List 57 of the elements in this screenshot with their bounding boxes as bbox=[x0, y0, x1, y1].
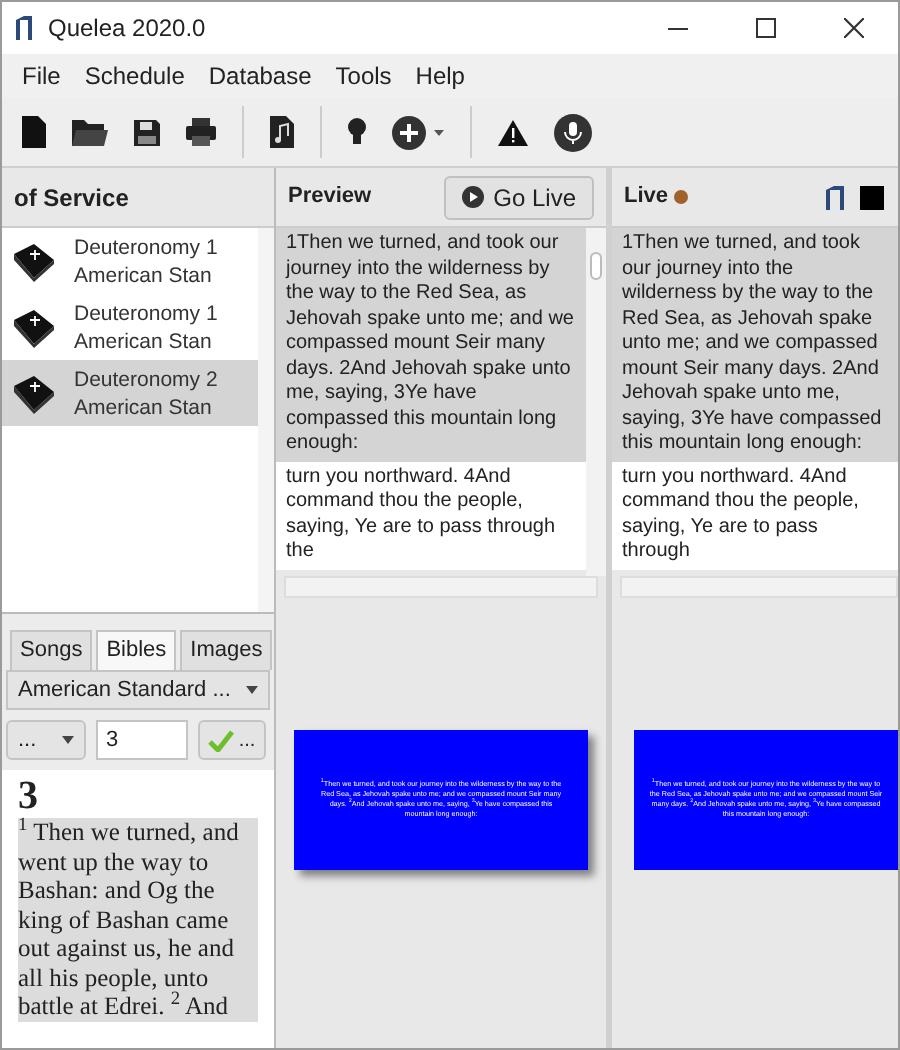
slide-text[interactable]: turn you northward. 4And command thou the people, saying, Ye are to pass through bbox=[612, 461, 898, 569]
minimize-icon bbox=[668, 27, 688, 29]
item-title: Deuteronomy 1 bbox=[74, 233, 218, 261]
chapter-field[interactable]: 3 bbox=[96, 720, 188, 760]
add-dropdown-button[interactable] bbox=[392, 115, 444, 149]
tab[interactable]: Images bbox=[180, 630, 273, 670]
new-document-icon[interactable] bbox=[22, 116, 46, 148]
menu-item[interactable]: File bbox=[14, 58, 69, 94]
menu-item[interactable]: Schedule bbox=[76, 58, 193, 94]
panel-title: Preview bbox=[288, 182, 372, 213]
service-item[interactable]: Deuteronomy 2 American Stan bbox=[2, 360, 258, 426]
book-icon bbox=[10, 307, 58, 347]
status-dot-icon bbox=[674, 190, 689, 204]
printer-icon[interactable] bbox=[186, 118, 216, 146]
caret-icon bbox=[62, 736, 74, 744]
close-icon bbox=[844, 18, 864, 38]
tab[interactable]: Bibles bbox=[96, 630, 177, 670]
panel-title: of Service bbox=[14, 181, 129, 215]
folder-icon[interactable] bbox=[72, 118, 108, 146]
window-title: Quelea 2020.0 bbox=[48, 12, 206, 46]
tab[interactable]: Songs bbox=[10, 630, 93, 670]
app-logo-icon bbox=[14, 16, 34, 40]
lightbulb-icon[interactable] bbox=[348, 118, 366, 146]
bible-dropdown[interactable]: American Standard ... bbox=[6, 670, 270, 710]
book-icon bbox=[10, 241, 58, 281]
scrollbar[interactable] bbox=[586, 228, 606, 576]
music-file-icon[interactable] bbox=[270, 116, 294, 148]
scrollbar[interactable] bbox=[620, 576, 898, 598]
save-icon[interactable] bbox=[134, 119, 160, 145]
go-live-button[interactable]: Go Live bbox=[443, 175, 594, 219]
slide-text[interactable]: turn you northward. 4And command thou the people, saying, Ye are to pass through the bbox=[276, 461, 586, 569]
go-button[interactable]: ... bbox=[198, 720, 266, 760]
item-subtitle: American Stan bbox=[74, 261, 214, 289]
caret-icon bbox=[434, 129, 444, 135]
microphone-icon[interactable] bbox=[554, 113, 592, 151]
menu-item[interactable]: Database bbox=[200, 58, 320, 94]
item-subtitle: American Stan bbox=[74, 393, 214, 421]
checkmark-icon bbox=[208, 729, 235, 751]
caret-icon bbox=[246, 686, 258, 694]
chapter-heading: 3 bbox=[18, 774, 40, 818]
maximize-icon bbox=[756, 18, 776, 38]
logo-icon[interactable] bbox=[826, 185, 844, 209]
add-icon bbox=[392, 115, 426, 149]
item-title: Deuteronomy 1 bbox=[74, 299, 218, 327]
passage-text: $^{1}$ Then we turned, and went up the way to Bashan: and Og the king of Bashan came out against us, he and all his people, unto battle at Edrei. $^{2}$ And bbox=[18, 818, 258, 1021]
book-icon bbox=[10, 373, 58, 413]
panel-title: Live bbox=[624, 182, 669, 213]
item-title: Deuteronomy 2 bbox=[74, 365, 218, 393]
menu-item[interactable]: Tools bbox=[327, 58, 400, 94]
blank-screen-icon[interactable] bbox=[860, 185, 884, 209]
warning-icon[interactable] bbox=[498, 119, 528, 145]
slide-text[interactable]: 1Then we turned, and took our journey into the wilderness by the way to the Red Sea, as Jehovah spake unto me; and we compassed mount Seir many days. 2And Jehovah spake unto me, saying, 3Ye have compassed this mountain long enough: bbox=[276, 228, 586, 461]
slide-text[interactable]: 1Then we turned, and took our journey into the wilderness by the way to the Red Sea, as Jehovah spake unto me; and we compassed mount Seir many days. 2And Jehovah spake unto me, saying, 3Ye have compassed this mountain long enough: bbox=[612, 228, 898, 461]
menu-item[interactable]: Help bbox=[407, 58, 473, 94]
play-icon bbox=[461, 186, 484, 208]
item-subtitle: American Stan bbox=[74, 327, 214, 355]
book-dropdown[interactable]: ... bbox=[6, 720, 86, 760]
